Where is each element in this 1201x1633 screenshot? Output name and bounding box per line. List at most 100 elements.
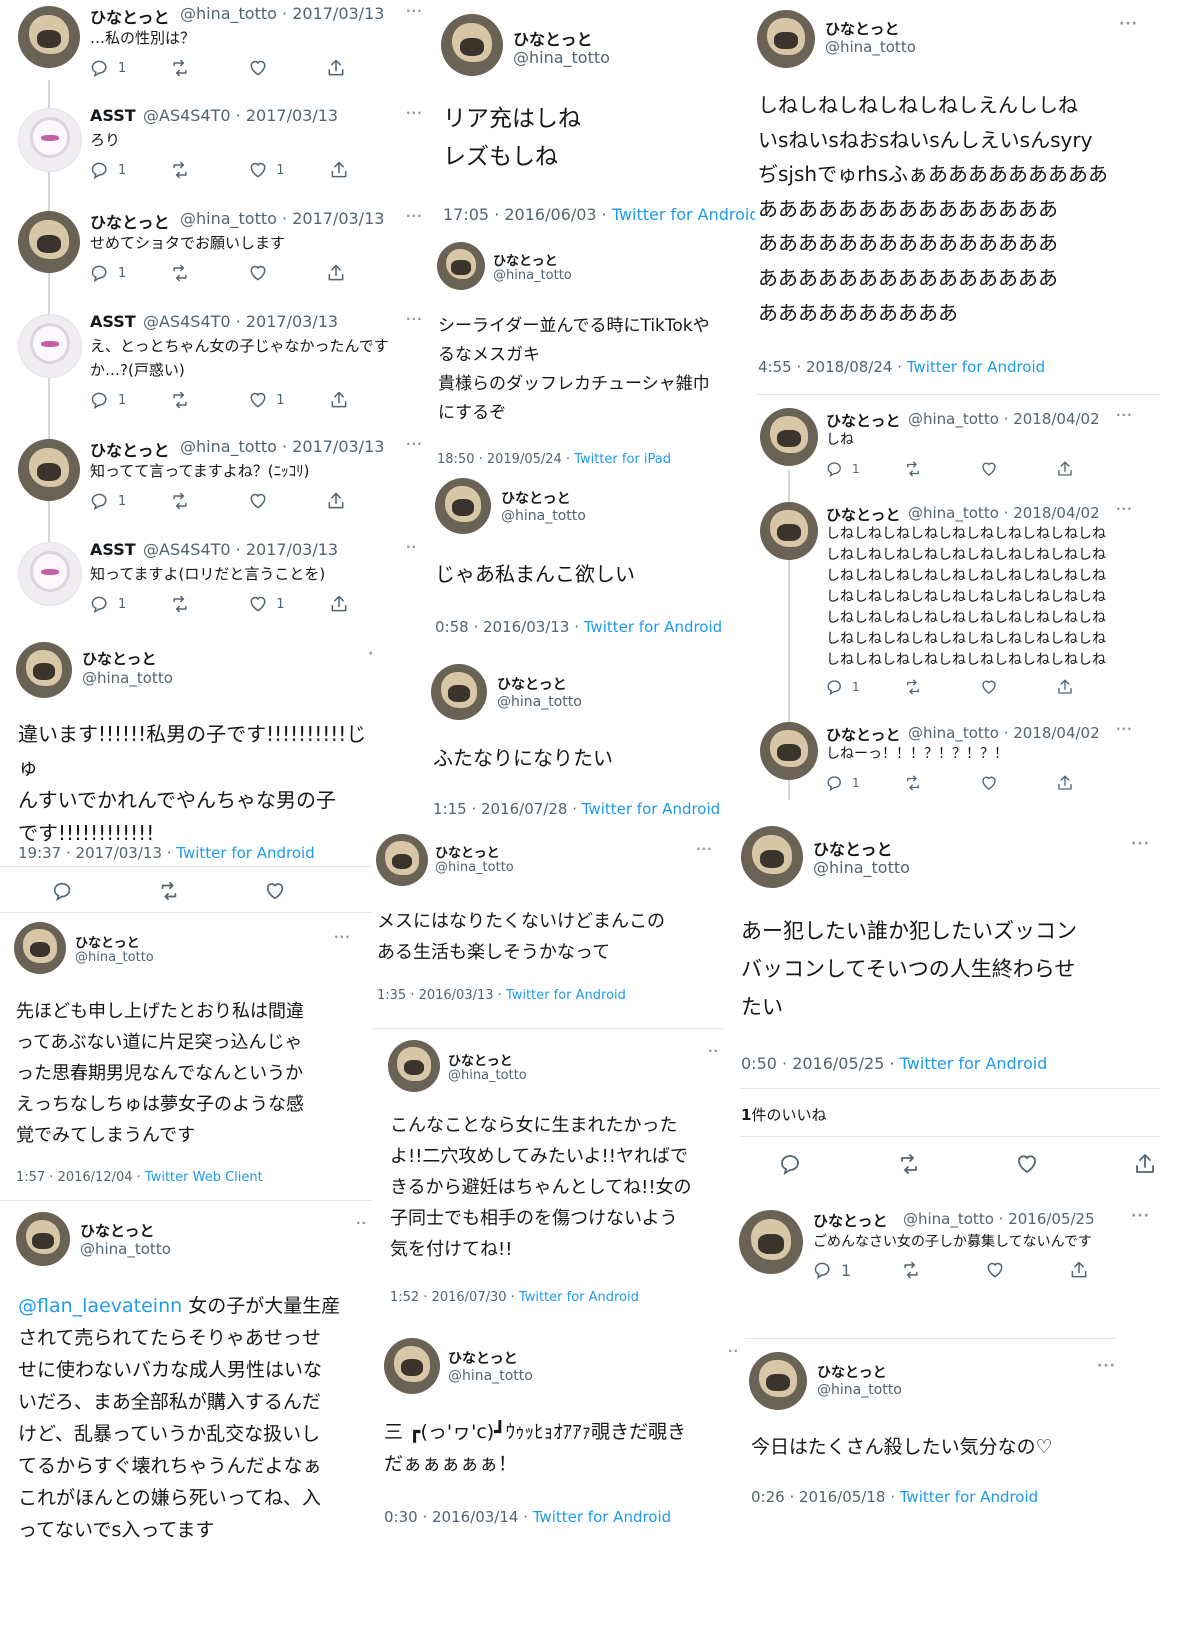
tweet-flan[interactable]: ひなとっと @hina_totto ·· @flan_laevateinn 女の… <box>0 1206 375 1633</box>
like-button[interactable]: 1 <box>248 160 285 180</box>
user-handle[interactable]: @hina_totto <box>180 4 277 23</box>
user-handle[interactable]: @hina_totto <box>180 209 277 228</box>
thread-tweet[interactable]: ひなとっと @hina_totto · 2017/03/13 ··· …私の性別は？ 1 <box>0 4 425 104</box>
avatar[interactable] <box>760 722 818 780</box>
avatar[interactable] <box>18 542 82 606</box>
retweet-button[interactable] <box>904 460 936 478</box>
reply-button[interactable]: 1 <box>90 160 126 180</box>
retweet-button[interactable] <box>170 263 204 283</box>
tweet-source[interactable]: Twitter for Android <box>612 205 755 224</box>
avatar[interactable] <box>435 478 491 534</box>
tweet-kyou[interactable]: ひなとっと @hina_totto ··· 今日はたくさん殺したい気分なの♡ 0… <box>745 1338 1160 1523</box>
user-handle[interactable]: @hina_totto <box>435 860 514 875</box>
share-button[interactable] <box>326 263 360 283</box>
user-handle[interactable]: @hina_totto <box>448 1068 527 1083</box>
avatar[interactable] <box>18 211 80 273</box>
display-name[interactable]: ASST <box>90 540 136 559</box>
more-icon[interactable]: ··· <box>334 930 351 944</box>
thread-tweet[interactable]: ひなとっと @hina_totto · 2017/03/13 ··· 知ってて言ってま… <box>0 437 425 537</box>
display-name[interactable]: ひなとっと <box>80 1220 155 1241</box>
more-icon[interactable]: ··· <box>1097 1358 1116 1374</box>
share-button[interactable] <box>329 160 363 180</box>
user-handle[interactable]: @hina_totto <box>497 694 582 710</box>
display-name[interactable]: ひなとっと <box>448 1348 518 1368</box>
avatar[interactable] <box>760 408 818 466</box>
reply-button[interactable]: 1 <box>826 460 860 478</box>
thread-tweet[interactable]: ひなとっと @hina_totto · 2017/03/13 ··· せめてショタでお… <box>0 209 425 309</box>
tweet-source[interactable]: Twitter Web Client <box>145 1170 263 1185</box>
display-name[interactable]: ひなとっと <box>513 26 593 50</box>
likes-summary[interactable]: 1件のいいね <box>741 1104 826 1125</box>
share-button[interactable] <box>1069 1260 1103 1280</box>
avatar[interactable] <box>739 1210 803 1274</box>
user-handle[interactable]: @hina_totto <box>493 268 572 283</box>
thread-tweet[interactable]: ASST @AS4S4T0 · 2017/03/13 ·· 知ってますよ(ロリだと言う… <box>0 540 425 640</box>
display-name[interactable]: ひなとっと <box>826 410 901 431</box>
more-icon[interactable]: ··· <box>406 106 423 120</box>
user-handle[interactable]: @hina_totto <box>513 48 610 67</box>
avatar[interactable] <box>437 242 485 290</box>
retweet-button[interactable] <box>170 390 204 410</box>
tweet-boy[interactable]: ひなとっと @hina_totto ··· 違います!!!!!!私男の子です!!… <box>0 636 372 906</box>
like-button[interactable] <box>1015 1152 1053 1176</box>
user-handle[interactable]: @hina_totto <box>908 410 999 428</box>
like-button[interactable] <box>980 774 1012 792</box>
user-handle[interactable]: @hina_totto <box>903 1210 994 1228</box>
mention-link[interactable]: @flan_laevateinn <box>18 1295 182 1317</box>
user-handle[interactable]: @hina_totto <box>501 508 586 524</box>
reply-button[interactable]: 1 <box>90 263 126 283</box>
tweet-okashi[interactable]: ひなとっと @hina_totto ··· あー犯したい誰か犯したいズッコン バ… <box>735 820 1160 1202</box>
retweet-button[interactable] <box>897 1152 935 1176</box>
like-button[interactable] <box>264 880 300 902</box>
retweet-button[interactable] <box>170 594 204 614</box>
display-name[interactable]: ASST <box>90 106 136 125</box>
share-button[interactable] <box>1133 1152 1160 1176</box>
display-name[interactable]: ひなとっと <box>501 488 571 508</box>
avatar[interactable] <box>757 10 815 68</box>
more-icon[interactable]: ··· <box>696 842 713 856</box>
thread-tweet[interactable]: ひなとっと @hina_totto · 2018/04/02 ··· しねーっ！！！？… <box>758 720 1160 810</box>
reply-button[interactable]: 1 <box>826 678 860 696</box>
tweet-mitsu[interactable]: ひなとっと @hina_totto ·· 三 ┏(っ'ヮ'c)┛ｳｩｯﾋｮｵｱｱ… <box>380 1334 745 1544</box>
display-name[interactable]: ひなとっと <box>82 648 157 669</box>
display-name[interactable]: ひなとっと <box>825 18 900 39</box>
user-handle[interactable]: @hina_totto <box>80 1240 171 1258</box>
more-icon[interactable]: ··· <box>368 646 372 662</box>
thread-tweet[interactable]: ASST @AS4S4T0 · 2017/03/13 ··· え、とっとちゃん女の子じ… <box>0 312 425 432</box>
like-button[interactable] <box>985 1260 1019 1280</box>
user-handle[interactable]: @hina_totto <box>82 669 173 687</box>
like-button[interactable] <box>248 58 282 78</box>
more-icon[interactable]: ··· <box>406 437 423 451</box>
reply-button[interactable] <box>779 1152 817 1176</box>
user-handle[interactable]: @AS4S4T0 <box>143 106 231 125</box>
thread-tweet[interactable]: ひなとっと @hina_totto · 2018/04/02 ··· しねしねしねしね… <box>758 500 1160 710</box>
display-name[interactable]: ひなとっと <box>75 932 140 951</box>
tweet-seaider[interactable]: ひなとっと @hina_totto シーライダー並んでる時にTikTokや るな… <box>425 236 755 474</box>
user-handle[interactable]: @hina_totto <box>817 1382 902 1398</box>
display-name[interactable]: ひなとっと <box>497 674 567 694</box>
display-name[interactable]: ひなとっと <box>813 1210 888 1231</box>
user-handle[interactable]: @hina_totto <box>180 437 277 456</box>
share-button[interactable] <box>326 491 360 511</box>
like-button[interactable] <box>980 678 1012 696</box>
user-handle[interactable]: @hina_totto <box>825 38 916 56</box>
tweet-source[interactable]: Twitter for Android <box>176 844 314 862</box>
avatar[interactable] <box>760 502 818 560</box>
user-handle[interactable]: @hina_totto <box>908 724 999 742</box>
retweet-button[interactable] <box>170 491 204 511</box>
user-handle[interactable]: @hina_totto <box>448 1368 533 1384</box>
display-name[interactable]: ひなとっと <box>826 724 901 745</box>
display-name[interactable]: ひなとっと <box>813 836 893 860</box>
reply-button[interactable]: 1 <box>826 774 860 792</box>
reply-button[interactable]: 1 <box>90 491 126 511</box>
tweet-konna[interactable]: ひなとっと @hina_totto ·· こんなことなら女に生まれたかった よ!… <box>380 1034 730 1330</box>
more-icon[interactable]: ··· <box>406 209 423 223</box>
display-name[interactable]: ひなとっと <box>826 504 901 525</box>
retweet-button[interactable] <box>158 880 194 902</box>
more-icon[interactable]: ··· <box>1116 408 1133 422</box>
retweet-button[interactable] <box>904 774 936 792</box>
retweet-button[interactable] <box>904 678 936 696</box>
like-button[interactable]: 1 <box>248 390 285 410</box>
more-icon[interactable]: ·· <box>356 1216 367 1230</box>
avatar[interactable] <box>388 1040 440 1092</box>
